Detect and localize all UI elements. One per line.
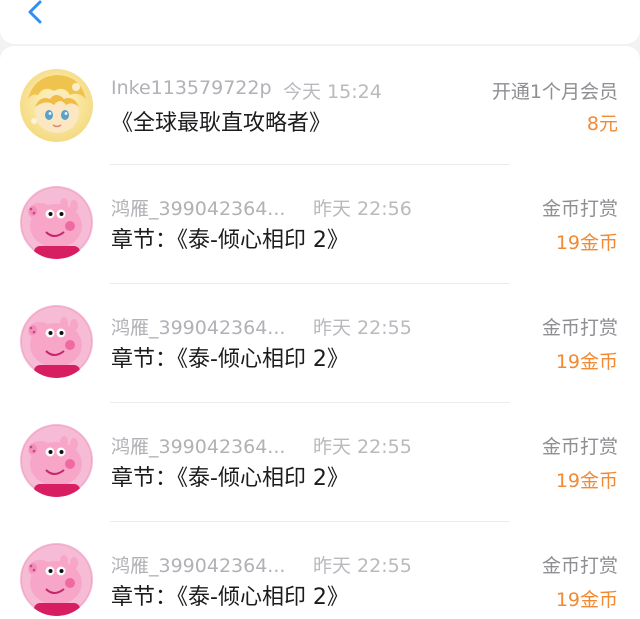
avatar [20, 543, 93, 616]
pink-pig-avatar-icon [20, 543, 93, 616]
item-title: 《全球最耿直攻略者》 [111, 111, 332, 136]
pink-pig-avatar-icon [20, 424, 93, 497]
list-item[interactable]: 鸿雁_399042364... 昨天 22:55 章节：《泰-倾心相印 2》 金… [0, 522, 640, 619]
list-item[interactable]: 鸿雁_399042364... 昨天 22:55 章节：《泰-倾心相印 2》 金… [0, 284, 640, 403]
item-title: 章节：《泰-倾心相印 2》 [111, 585, 349, 610]
action-label: 开通1个月会员 [491, 81, 618, 103]
timestamp: 昨天 22:55 [313, 436, 412, 458]
item-title: 章节：《泰-倾心相印 2》 [111, 228, 349, 253]
action-label: 金币打赏 [541, 317, 618, 339]
avatar [20, 186, 93, 259]
record-list: Inke113579722p 今天 15:24 《全球最耿直攻略者》 开通1个月… [0, 46, 640, 619]
timestamp: 今天 15:24 [283, 81, 382, 103]
avatar [20, 305, 93, 378]
chevron-left-icon [28, 0, 42, 24]
sender-name: 鸿雁_399042364... [111, 436, 286, 458]
timestamp: 昨天 22:55 [313, 555, 412, 577]
amount-label: 19金币 [555, 351, 618, 373]
pink-pig-avatar-icon [20, 186, 93, 259]
list-item[interactable]: 鸿雁_399042364... 昨天 22:55 章节：《泰-倾心相印 2》 金… [0, 403, 640, 522]
amount-label: 19金币 [555, 232, 618, 254]
sender-name: 鸿雁_399042364... [111, 317, 286, 339]
sender-name: 鸿雁_399042364... [111, 198, 286, 220]
amount-label: 19金币 [555, 470, 618, 492]
yellow-anime-avatar-icon [20, 69, 93, 142]
action-label: 金币打赏 [541, 436, 618, 458]
timestamp: 昨天 22:56 [313, 198, 412, 220]
navigation-bar [0, 0, 640, 44]
amount-label: 19金币 [555, 589, 618, 611]
amount-label: 8元 [586, 113, 618, 135]
list-item[interactable]: Inke113579722p 今天 15:24 《全球最耿直攻略者》 开通1个月… [0, 46, 640, 165]
item-title: 章节：《泰-倾心相印 2》 [111, 466, 349, 491]
sender-name: 鸿雁_399042364... [111, 555, 286, 577]
sender-name: Inke113579722p [111, 77, 272, 99]
pink-pig-avatar-icon [20, 305, 93, 378]
back-button[interactable] [20, 0, 50, 30]
avatar [20, 69, 93, 142]
timestamp: 昨天 22:55 [313, 317, 412, 339]
action-label: 金币打赏 [541, 555, 618, 577]
action-label: 金币打赏 [541, 198, 618, 220]
item-title: 章节：《泰-倾心相印 2》 [111, 347, 349, 372]
list-item[interactable]: 鸿雁_399042364... 昨天 22:56 章节：《泰-倾心相印 2》 金… [0, 165, 640, 284]
avatar [20, 424, 93, 497]
